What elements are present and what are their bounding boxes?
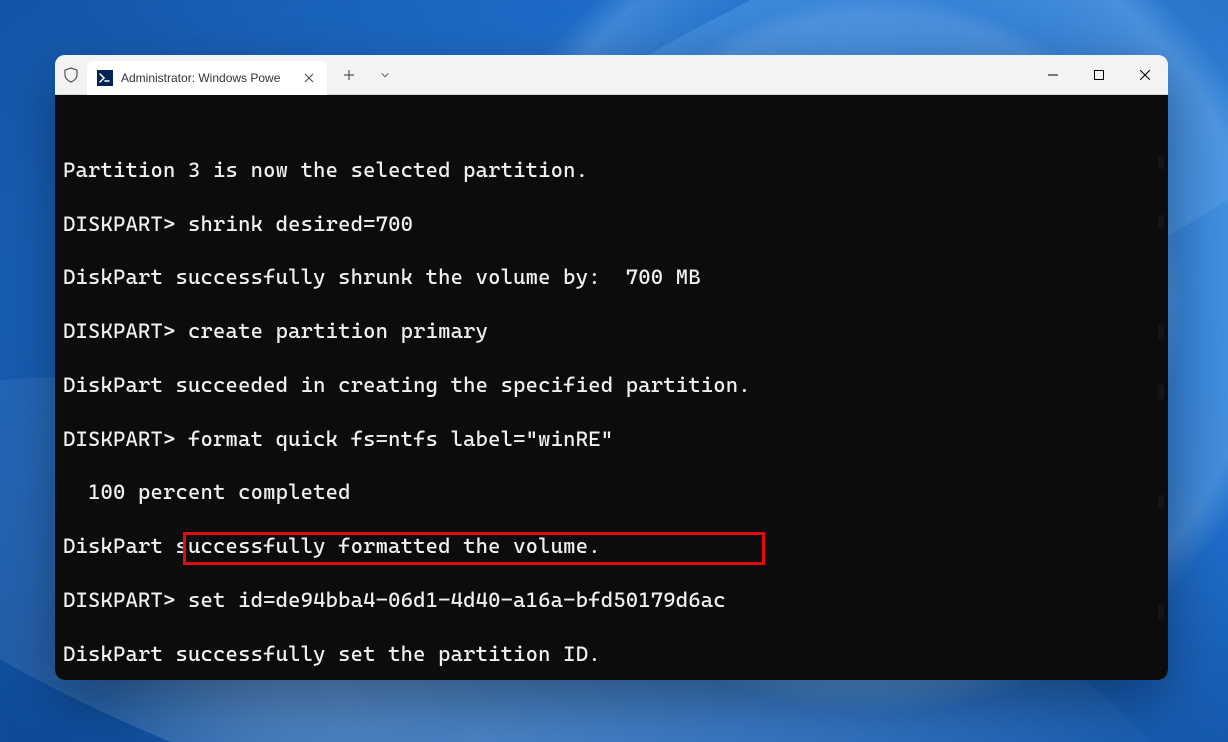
- powershell-icon: [97, 70, 113, 86]
- scrollbar[interactable]: [1154, 95, 1168, 680]
- minimize-button[interactable]: [1030, 55, 1076, 94]
- new-tab-button[interactable]: [331, 59, 367, 91]
- tab-dropdown-button[interactable]: [367, 59, 403, 91]
- titlebar-drag-area[interactable]: [403, 55, 1030, 94]
- terminal-body[interactable]: Partition 3 is now the selected partitio…: [55, 95, 1168, 680]
- tab-title: Administrator: Windows Powe: [121, 71, 293, 85]
- terminal-window: Administrator: Windows Powe: [55, 55, 1168, 680]
- tab-powershell[interactable]: Administrator: Windows Powe: [87, 61, 327, 95]
- tab-close-button[interactable]: [301, 70, 317, 86]
- titlebar[interactable]: Administrator: Windows Powe: [55, 55, 1168, 95]
- terminal-output: Partition 3 is now the selected partitio…: [63, 157, 1160, 680]
- close-button[interactable]: [1122, 55, 1168, 94]
- shield-icon: [63, 67, 79, 83]
- maximize-button[interactable]: [1076, 55, 1122, 94]
- admin-shield-area: [55, 55, 87, 94]
